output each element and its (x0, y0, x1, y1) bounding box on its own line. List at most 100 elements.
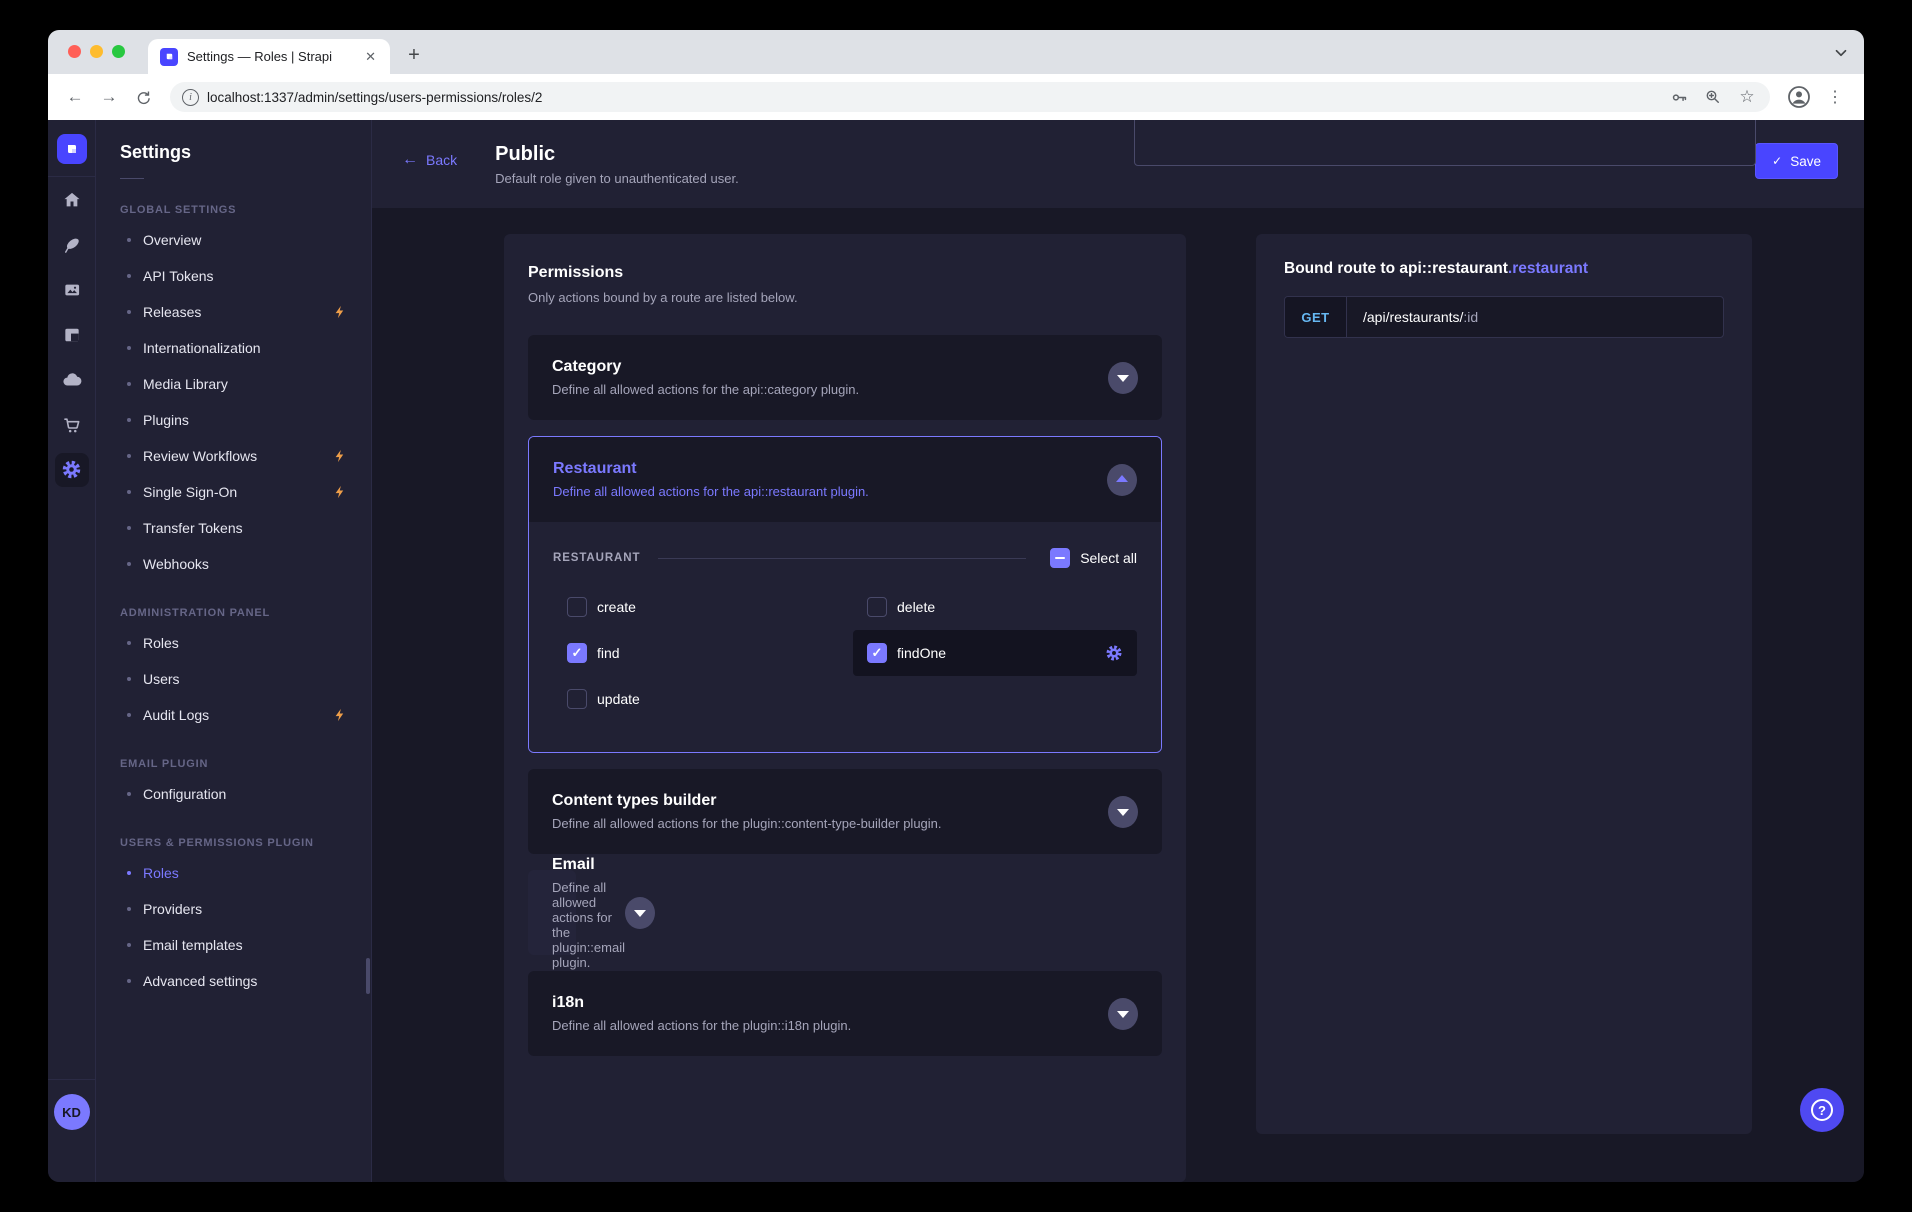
expand-button[interactable] (1108, 796, 1138, 828)
lightning-icon (333, 485, 347, 499)
close-window-button[interactable] (68, 45, 81, 58)
restaurant-permissions-body: RESTAURANT Select all (529, 522, 1161, 752)
action-update[interactable]: update (553, 676, 837, 722)
advanced-settings-gear-icon[interactable] (1105, 644, 1123, 662)
sidebar-item-webhooks[interactable]: Webhooks (96, 546, 371, 582)
create-checkbox[interactable] (567, 597, 587, 617)
media-library-icon[interactable] (48, 267, 96, 312)
bookmark-star-icon[interactable]: ☆ (1734, 84, 1760, 110)
sidebar-item-audit-logs[interactable]: Audit Logs (96, 697, 371, 733)
settings-sidebar: Settings GLOBAL SETTINGS Overview API To… (96, 120, 372, 1182)
accordion-content-types-builder[interactable]: Content types builder Define all allowed… (528, 769, 1162, 854)
find-checkbox[interactable]: ✓ (567, 643, 587, 663)
home-icon[interactable] (48, 177, 96, 222)
actions-grid: create delete ✓ find (553, 584, 1137, 722)
sidebar-item-admin-roles[interactable]: Roles (96, 625, 371, 661)
content-area: Permissions Only actions bound by a rout… (372, 208, 1864, 1182)
group-label: RESTAURANT (553, 552, 640, 564)
save-button[interactable]: ✓ Save (1755, 143, 1838, 179)
accordion-restaurant-header[interactable]: Restaurant Define all allowed actions fo… (529, 437, 1161, 522)
sidebar-title: Settings (120, 142, 347, 163)
sidebar-scrollbar-thumb[interactable] (366, 958, 370, 994)
route-path: /api/restaurants/:id (1347, 297, 1478, 337)
sidebar-item-up-roles[interactable]: Roles (96, 855, 371, 891)
sidebar-item-api-tokens[interactable]: API Tokens (96, 258, 371, 294)
bullet-icon (127, 346, 131, 350)
browser-forward-icon[interactable]: → (94, 82, 124, 112)
window-controls[interactable] (68, 45, 125, 58)
password-key-icon[interactable] (1666, 84, 1692, 110)
marketplace-cart-icon[interactable] (48, 402, 96, 447)
browser-menu-icon[interactable]: ⋮ (1820, 82, 1850, 112)
action-create[interactable]: create (553, 584, 837, 630)
update-checkbox[interactable] (567, 689, 587, 709)
browser-window: Settings — Roles | Strapi ✕ + ← → i loca… (48, 30, 1864, 1182)
sidebar-item-configuration[interactable]: Configuration (96, 776, 371, 812)
help-button[interactable]: ? (1800, 1088, 1844, 1132)
expand-button[interactable] (1108, 998, 1138, 1030)
collapse-button[interactable] (1107, 464, 1137, 496)
sidebar-item-media-library[interactable]: Media Library (96, 366, 371, 402)
bullet-icon (127, 454, 131, 458)
expand-button[interactable] (1108, 362, 1138, 394)
sidebar-item-plugins[interactable]: Plugins (96, 402, 371, 438)
bound-route-title: Bound route to api::restaurant.restauran… (1284, 260, 1724, 278)
rail-divider (48, 1079, 96, 1080)
bullet-icon (127, 907, 131, 911)
select-all-checkbox[interactable] (1050, 548, 1070, 568)
accordion-email[interactable]: Email Define all allowed actions for the… (528, 870, 576, 955)
cloud-icon[interactable] (48, 357, 96, 402)
sidebar-item-internationalization[interactable]: Internationalization (96, 330, 371, 366)
chevron-down-icon (1117, 1011, 1129, 1018)
strapi-app: KD Settings GLOBAL SETTINGS Overview API… (48, 120, 1864, 1182)
action-findone[interactable]: ✓ findOne (853, 630, 1137, 676)
zoom-icon[interactable] (1700, 84, 1726, 110)
back-link[interactable]: ← Back (402, 151, 457, 169)
minimize-window-button[interactable] (90, 45, 103, 58)
site-info-icon[interactable]: i (182, 89, 199, 106)
expand-button[interactable] (625, 897, 655, 929)
bullet-icon (127, 677, 131, 681)
action-find[interactable]: ✓ find (553, 630, 837, 676)
tab-search-chevron-icon[interactable] (1832, 44, 1850, 62)
profile-avatar-icon[interactable] (1786, 84, 1812, 110)
chevron-down-icon (634, 910, 646, 917)
accordion-description: Define all allowed actions for the plugi… (552, 1018, 1108, 1033)
browser-back-icon[interactable]: ← (60, 82, 90, 112)
address-bar[interactable]: i localhost:1337/admin/settings/users-pe… (170, 82, 1770, 112)
select-all-control[interactable]: Select all (1050, 548, 1137, 568)
sidebar-item-single-sign-on[interactable]: Single Sign-On (96, 474, 371, 510)
chevron-down-icon (1117, 809, 1129, 816)
indeterminate-dash-icon (1055, 557, 1065, 560)
strapi-logo-icon[interactable] (57, 134, 87, 164)
browser-tab[interactable]: Settings — Roles | Strapi ✕ (148, 39, 390, 74)
accordion-description: Define all allowed actions for the api::… (552, 382, 1108, 397)
sidebar-item-admin-users[interactable]: Users (96, 661, 371, 697)
sidebar-item-releases[interactable]: Releases (96, 294, 371, 330)
sidebar-item-providers[interactable]: Providers (96, 891, 371, 927)
content-manager-feather-icon[interactable] (48, 222, 96, 267)
close-tab-icon[interactable]: ✕ (361, 47, 380, 67)
bullet-icon (127, 526, 131, 530)
maximize-window-button[interactable] (112, 45, 125, 58)
sidebar-item-transfer-tokens[interactable]: Transfer Tokens (96, 510, 371, 546)
bullet-icon (127, 490, 131, 494)
accordion-i18n[interactable]: i18n Define all allowed actions for the … (528, 971, 1162, 1056)
settings-gear-icon[interactable] (48, 447, 96, 492)
delete-checkbox[interactable] (867, 597, 887, 617)
content-type-builder-layout-icon[interactable] (48, 312, 96, 357)
sidebar-item-review-workflows[interactable]: Review Workflows (96, 438, 371, 474)
select-all-label: Select all (1080, 550, 1137, 566)
url-text[interactable]: localhost:1337/admin/settings/users-perm… (207, 90, 1658, 105)
accordion-category[interactable]: Category Define all allowed actions for … (528, 335, 1162, 420)
new-tab-button[interactable]: + (400, 41, 428, 69)
back-arrow-icon: ← (402, 151, 418, 169)
sidebar-item-advanced-settings[interactable]: Advanced settings (96, 963, 371, 999)
tab-title: Settings — Roles | Strapi (187, 49, 352, 64)
action-delete[interactable]: delete (853, 584, 1137, 630)
user-avatar[interactable]: KD (54, 1094, 90, 1130)
sidebar-item-email-templates[interactable]: Email templates (96, 927, 371, 963)
sidebar-item-overview[interactable]: Overview (96, 222, 371, 258)
findone-checkbox[interactable]: ✓ (867, 643, 887, 663)
reload-icon[interactable] (128, 82, 158, 112)
